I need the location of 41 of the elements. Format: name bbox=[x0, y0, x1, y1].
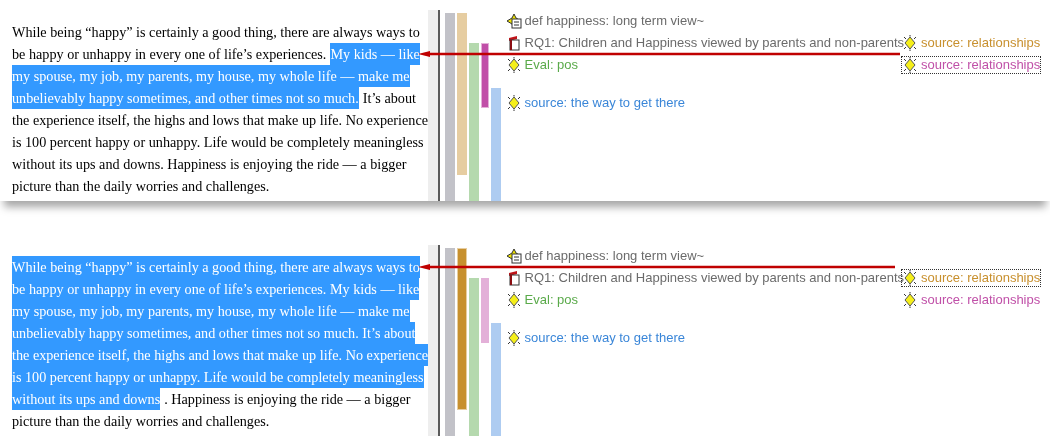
selected-text: the experience itself, the highs and lows that make up life. No experience bbox=[12, 344, 429, 366]
selected-text: unbelievably happy sometimes, and other times not so much. bbox=[12, 87, 359, 109]
paragraph-text: While being “happy” is certainly a good thing, there are always ways to bbox=[12, 23, 420, 42]
code-label[interactable]: def happiness: long term view~ bbox=[505, 248, 705, 264]
selected-text: without its ups and downs bbox=[12, 388, 161, 410]
code-label[interactable]: Eval: pos bbox=[505, 57, 579, 73]
memo-icon bbox=[505, 248, 522, 264]
selected-text: be happy or unhappy in every one of life’s experiences. My kids — like bbox=[12, 278, 420, 300]
selected-text: my spouse, my job, my parents, my house, my whole life — make me bbox=[12, 65, 410, 87]
code-icon bbox=[505, 57, 522, 73]
code-label[interactable]: def happiness: long term view~ bbox=[505, 13, 705, 29]
selected-text: My kids — like bbox=[330, 43, 420, 65]
paragraph-text: picture than the daily worries and challenges. bbox=[12, 177, 270, 196]
code-label[interactable]: source: relationships bbox=[902, 292, 1041, 308]
coding-bar[interactable] bbox=[456, 248, 467, 410]
paragraph-text: be happy or unhappy in every one of life’s experiences. bbox=[12, 45, 327, 64]
memo-icon bbox=[505, 13, 522, 29]
paragraph-text: picture than the daily worries and challenges. bbox=[12, 412, 270, 431]
selected-text: While being “happy” is certainly a good thing, there are always ways to bbox=[12, 256, 420, 278]
paragraph-text: without its ups and downs. Happiness is enjoying the ride — a bigger bbox=[12, 155, 407, 174]
code-label[interactable]: source: relationships bbox=[902, 57, 1041, 73]
code-label[interactable]: RQ1: Children and Happiness viewed by parents and non-parents bbox=[505, 35, 904, 51]
code-icon bbox=[902, 57, 918, 73]
selected-text: unbelievably happy sometimes, and other times not so much. It’s about bbox=[12, 322, 416, 344]
code-icon bbox=[902, 35, 918, 51]
code-icon bbox=[505, 95, 522, 111]
selected-text: my spouse, my job, my parents, my house, my whole life — make me bbox=[12, 300, 410, 322]
code-label[interactable]: source: the way to get there bbox=[505, 95, 686, 111]
code-icon bbox=[902, 270, 918, 286]
code-label[interactable]: source: the way to get there bbox=[505, 330, 686, 346]
selected-text: is 100 percent happy or unhappy. Life would be completely meaningless bbox=[12, 366, 424, 388]
code-icon bbox=[505, 292, 522, 308]
paragraph-text: . Happiness is enjoying the ride — a bigger bbox=[164, 390, 411, 409]
paragraph-text: is 100 percent happy or unhappy. Life would be completely meaningless bbox=[12, 133, 424, 152]
code-label[interactable]: Eval: pos bbox=[505, 292, 579, 308]
coding-bar[interactable] bbox=[480, 43, 489, 108]
code-icon bbox=[505, 330, 522, 346]
code-icon bbox=[902, 292, 918, 308]
paragraph-text: It’s about bbox=[362, 89, 416, 108]
code-label[interactable]: RQ1: Children and Happiness viewed by parents and non-parents bbox=[505, 270, 904, 286]
paragraph-text: the experience itself, the highs and lows that make up life. No experience bbox=[12, 111, 429, 130]
